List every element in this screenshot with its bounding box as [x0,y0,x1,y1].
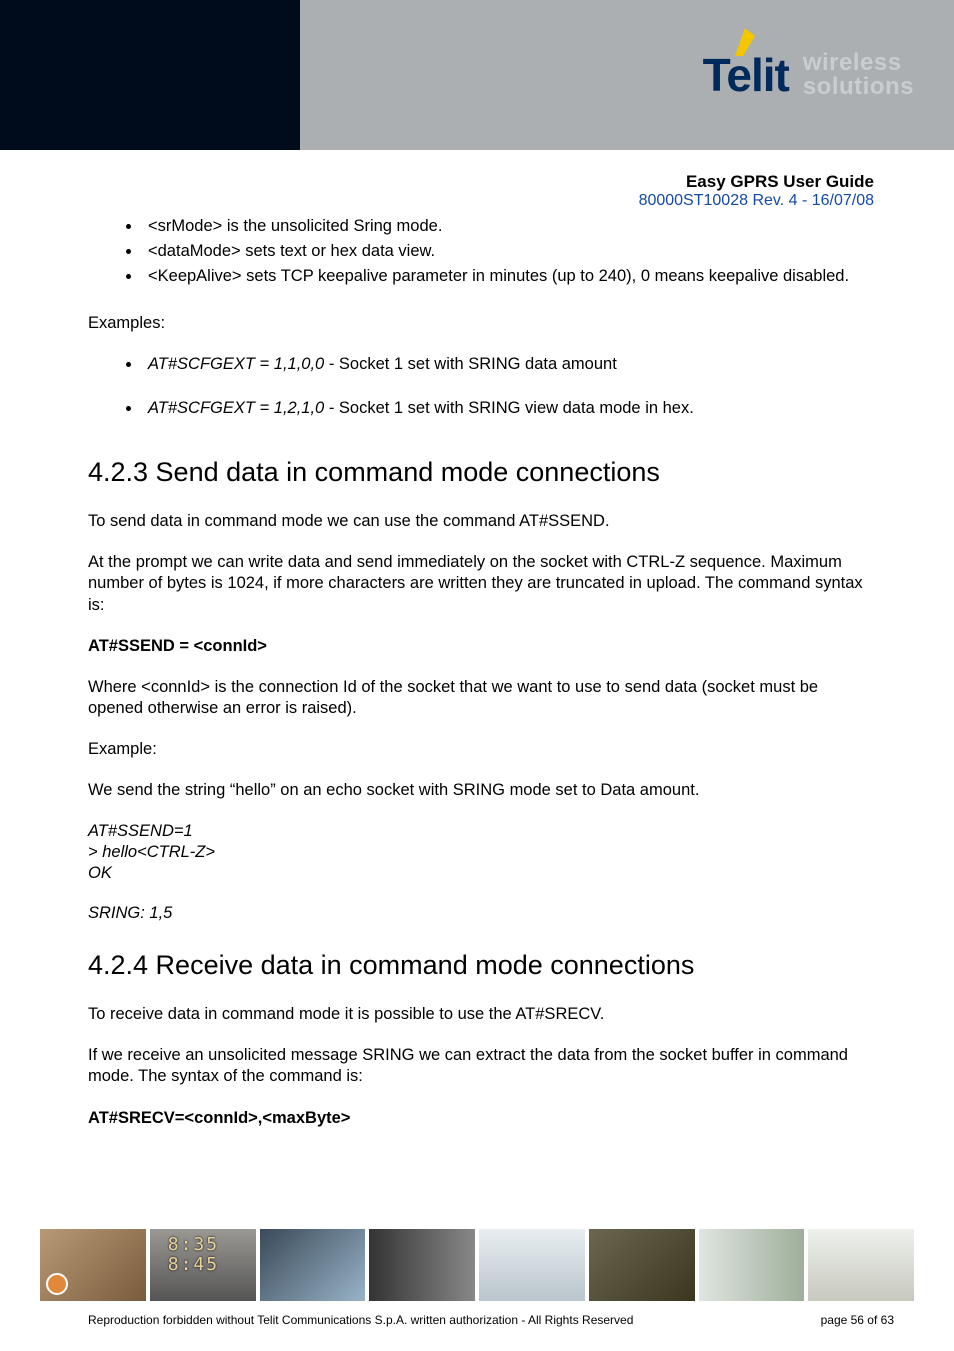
document-meta: Easy GPRS User Guide 80000ST10028 Rev. 4… [0,150,954,216]
thumbnail [369,1229,475,1301]
code-line: OK [88,863,866,884]
examples-list: AT#SCFGEXT = 1,1,0,0 - Socket 1 set with… [88,354,866,418]
paragraph: To receive data in command mode it is po… [88,1004,866,1025]
list-item: AT#SCFGEXT = 1,1,0,0 - Socket 1 set with… [142,354,866,375]
document-content: <srMode> is the unsolicited Sring mode. … [0,216,954,1129]
param-list: <srMode> is the unsolicited Sring mode. … [88,216,866,287]
brand-wordmark: Telit [703,48,789,102]
phone-icon [46,1273,68,1295]
code-line: AT#SSEND=1 [88,821,866,842]
code-line: > hello<CTRL-Z> [88,842,866,863]
example-command: AT#SCFGEXT = 1,1,0,0 [148,355,329,373]
examples-label: Examples: [88,313,866,334]
header-dark-block [0,0,300,150]
paragraph: At the prompt we can write data and send… [88,552,866,615]
command-syntax: AT#SRECV=<connId>,<maxByte> [88,1108,866,1129]
thumbnail: 8:35 8:45 [150,1229,256,1301]
thumbnail [699,1229,805,1301]
brand-sub2: solutions [803,75,914,99]
document-title: Easy GPRS User Guide [0,172,874,192]
paragraph: We send the string “hello” on an echo so… [88,780,866,801]
digital-time: 8:35 [150,1229,256,1255]
list-item: <KeepAlive> sets TCP keepalive parameter… [142,266,866,287]
footer-line: Reproduction forbidden without Telit Com… [88,1313,894,1327]
paragraph: If we receive an unsolicited message SRI… [88,1045,866,1087]
copyright-text: Reproduction forbidden without Telit Com… [88,1313,633,1327]
thumbnail [40,1229,146,1301]
thumbnail [260,1229,366,1301]
digital-time: 8:45 [150,1255,256,1275]
footer-thumbnails: 8:35 8:45 [40,1229,914,1301]
brand-logo: Telit wireless solutions [703,48,914,102]
list-item: <dataMode> sets text or hex data view. [142,241,866,262]
header-grey-block: Telit wireless solutions [300,0,954,150]
paragraph: Where <connId> is the connection Id of t… [88,677,866,719]
document-page: Telit wireless solutions Easy GPRS User … [0,0,954,1351]
list-item: <srMode> is the unsolicited Sring mode. [142,216,866,237]
thumbnail [479,1229,585,1301]
list-item: AT#SCFGEXT = 1,2,1,0 - Socket 1 set with… [142,398,866,419]
example-desc: - Socket 1 set with SRING data amount [329,355,617,373]
example-label: Example: [88,739,866,760]
command-syntax: AT#SSEND = <connId> [88,636,866,657]
section-heading-424: 4.2.4 Receive data in command mode conne… [88,948,866,983]
example-desc: - Socket 1 set with SRING view data mode… [329,399,694,417]
example-command: AT#SCFGEXT = 1,2,1,0 [148,399,329,417]
header-band: Telit wireless solutions [0,0,954,150]
thumbnail [808,1229,914,1301]
code-block: AT#SSEND=1 > hello<CTRL-Z> OK [88,821,866,884]
page-number: page 56 of 63 [821,1313,894,1327]
brand-sub1: wireless [803,51,914,75]
thumbnail [589,1229,695,1301]
paragraph: To send data in command mode we can use … [88,511,866,532]
brand-subtext: wireless solutions [803,51,914,99]
document-revision: 80000ST10028 Rev. 4 - 16/07/08 [0,192,874,210]
sring-output: SRING: 1,5 [88,903,866,924]
section-heading-423: 4.2.3 Send data in command mode connecti… [88,455,866,490]
brand-accent-icon [731,26,757,58]
